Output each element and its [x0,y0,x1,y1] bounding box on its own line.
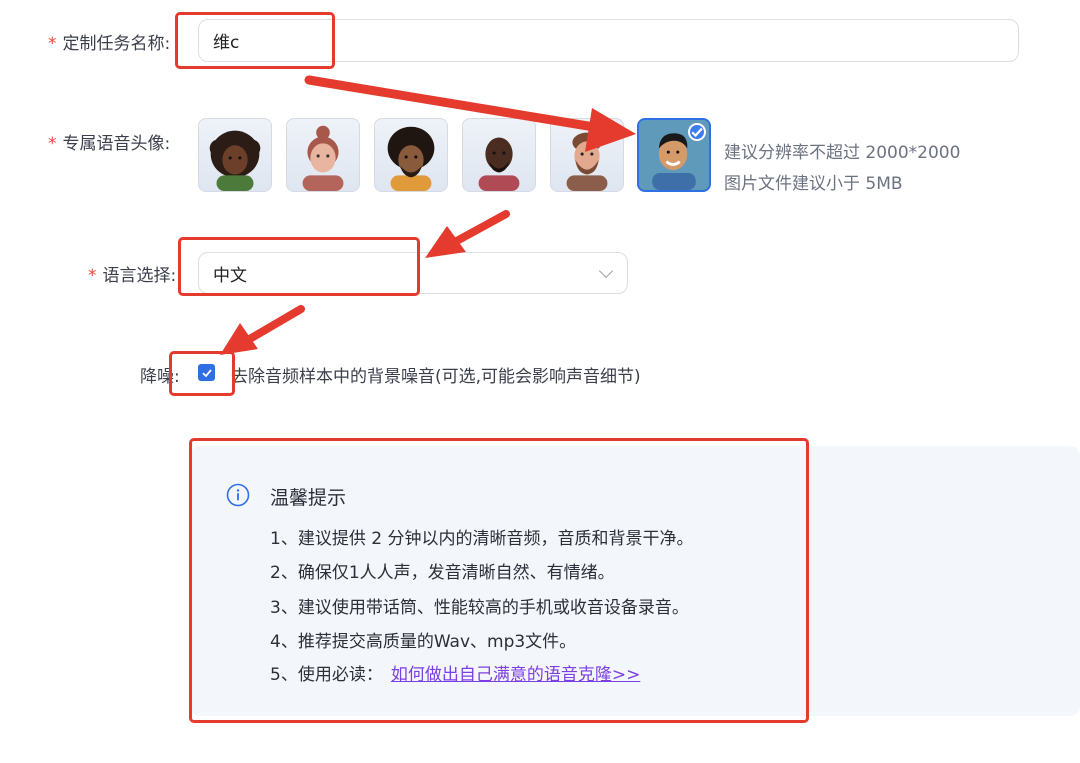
arrow-to-denoise-icon [220,305,305,355]
selected-check-icon [688,123,706,141]
avatar-option-5[interactable] [550,118,624,192]
tips-line-4: 4、推荐提交高质量的Wav、mp3文件。 [270,632,577,652]
task-name-label-text: 定制任务名称: [62,34,171,54]
required-mark: * [88,266,97,286]
avatar-option-6[interactable] [637,118,711,192]
avatar-hint-filesize: 图片文件建议小于 5MB [724,174,903,194]
language-value: 中文 [213,265,247,286]
avatar-curly-woman-icon [209,130,261,191]
avatar-option-2[interactable] [286,118,360,192]
voice-clone-guide-link[interactable]: 如何做出自己满意的语音克隆>> [391,665,641,685]
tips-line-2: 2、确保仅1人人声，发音清晰自然、有情绪。 [270,563,615,583]
avatar-option-1[interactable] [198,118,272,192]
language-select[interactable]: 中文 [198,252,628,294]
avatar-bald-man-icon [478,137,520,191]
language-label: * 语言选择: [88,261,176,286]
tips-line-5-text: 5、使用必读： [270,665,383,685]
avatar-label-text: 专属语音头像: [62,134,171,154]
denoise-label: 降噪: [140,367,180,387]
check-icon [201,368,212,377]
avatar-bearded-man-icon [566,132,608,191]
avatar-woman-bun-icon [302,125,344,191]
tips-title: 温馨提示 [270,487,347,509]
avatar-option-4[interactable] [462,118,536,192]
avatar-option-3[interactable] [374,118,448,192]
task-name-input[interactable]: 维c [198,19,1019,62]
info-circle-icon [226,483,250,507]
avatar-hint-resolution: 建议分辨率不超过 2000*2000 [724,143,961,163]
avatar-curly-man-icon [387,126,435,191]
required-mark: * [48,134,57,154]
task-name-label: * 定制任务名称: [48,29,170,54]
language-label-text: 语言选择: [102,266,177,286]
denoise-checkbox[interactable] [198,364,215,381]
tips-line-1: 1、建议提供 2 分钟以内的清晰音频，音质和背景干净。 [270,529,694,549]
required-mark: * [48,34,57,54]
chevron-down-icon [598,263,614,279]
denoise-description: 去除音频样本中的背景噪音(可选,可能会影响声音细节) [231,367,641,387]
tips-line-3: 3、建议使用带话筒、性能较高的手机或收音设备录音。 [270,598,689,618]
tips-line-5: 5、使用必读： 如何做出自己满意的语音克隆>> [270,660,640,685]
task-name-value: 维c [213,33,240,53]
avatar-label: * 专属语音头像: [48,129,170,154]
